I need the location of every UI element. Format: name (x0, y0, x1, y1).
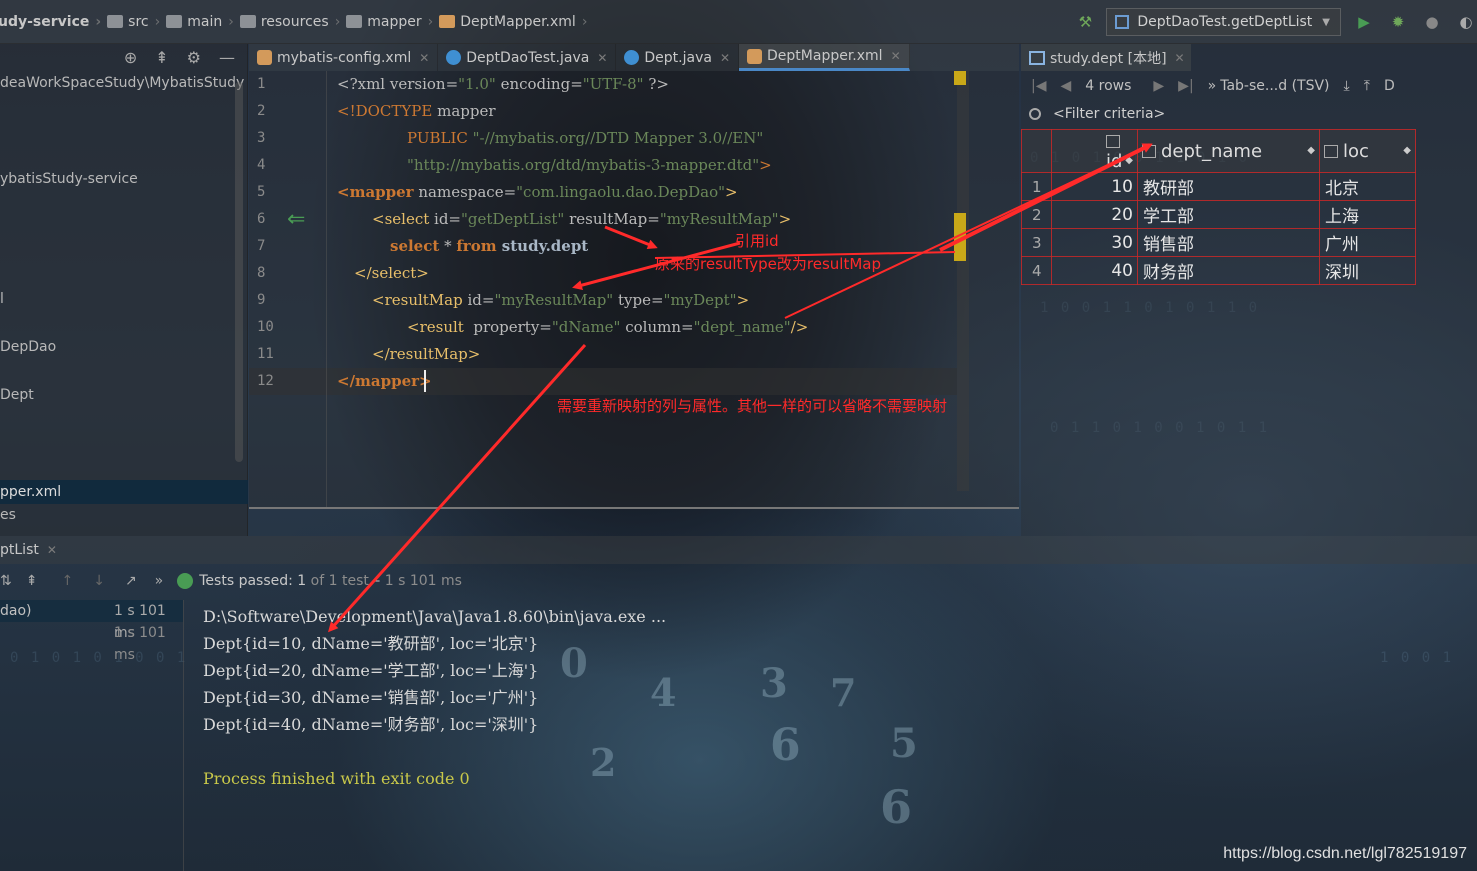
arrow-ref-id (604, 225, 658, 250)
arrow-to-dept-name-header (939, 143, 1153, 252)
annotation-remap-columns: 需要重新映射的列与属性。其他一样的可以省略不需要映射 (557, 397, 948, 415)
annotation-resulttype-changed: 原来的resultType改为resultMap (655, 255, 881, 273)
annotation-arrows (327, 143, 1153, 633)
watermark: https://blog.csdn.net/lgl782519197 (1223, 845, 1467, 862)
arrow-to-dname-output (327, 343, 587, 633)
annotation-ref-id: 引用id (735, 232, 779, 250)
